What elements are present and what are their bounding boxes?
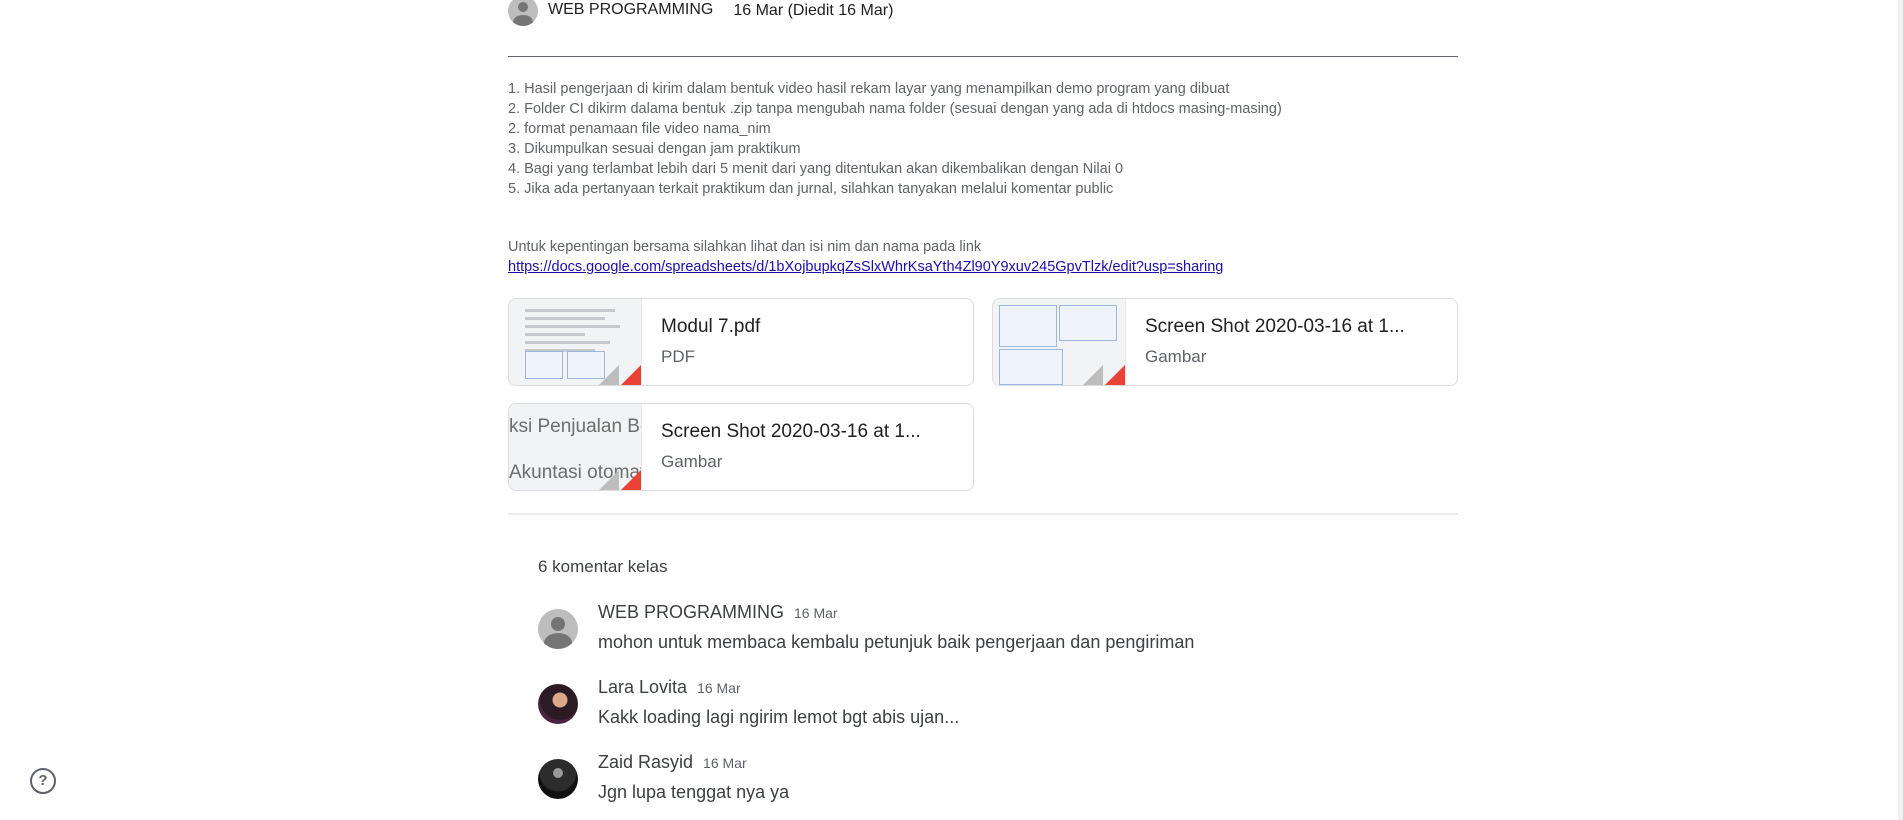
avatar [538, 759, 578, 799]
divider [508, 56, 1458, 57]
avatar [508, 0, 538, 26]
pdf-thumbnail [509, 299, 642, 385]
post-author: WEB PROGRAMMING [548, 1, 714, 18]
comment-text: Kakk loading lagi ngirim lemot bgt abis … [598, 707, 960, 727]
class-comments-count[interactable]: 6 komentar kelas [538, 557, 667, 577]
attachment-name: Screen Shot 2020-03-16 at 1... [661, 421, 921, 442]
post-date: 16 Mar (Diedit 16 Mar) [733, 2, 894, 19]
comment-author: Zaid Rasyid [598, 752, 694, 772]
attachment-type: Gambar [1145, 347, 1207, 366]
attachment-screenshot-2[interactable]: ksi Penjualan Be Akuntasi otomat Screen … [508, 403, 974, 491]
help-icon[interactable]: ? [30, 768, 56, 794]
comment-author: WEB PROGRAMMING [598, 602, 785, 622]
instructions: 1. Hasil pengerjaan di kirim dalam bentu… [508, 79, 1458, 199]
spreadsheet-link[interactable]: https://docs.google.com/spreadsheets/d/1… [508, 257, 1223, 277]
divider [508, 513, 1458, 515]
comment: Zaid Rasyid 16 Mar Jgn lupa tenggat nya y… [538, 752, 1438, 812]
attachment-modul-pdf[interactable]: Modul 7.pdf PDF [508, 298, 974, 386]
attachment-type: PDF [661, 347, 695, 366]
attachment-name: Screen Shot 2020-03-16 at 1... [1145, 316, 1405, 337]
comment-date: 16 Mar [794, 605, 838, 621]
post-header: WEB PROGRAMMING 16 Mar (Diedit 16 Mar) [508, 0, 893, 28]
comment: Lara Lovita 16 Mar Kakk loading lagi ngir… [538, 677, 1438, 737]
comment-date: 16 Mar [703, 755, 747, 771]
file-corner-icon [619, 470, 641, 490]
instruction-line: 2. format penamaan file video nama_nim [508, 121, 771, 137]
avatar [538, 609, 578, 649]
thumbnail-text: ksi Penjualan Be [509, 416, 642, 437]
instruction-line: 1. Hasil pengerjaan di kirim dalam bentu… [508, 81, 1230, 97]
image-thumbnail: ksi Penjualan Be Akuntasi otomat [509, 404, 642, 490]
image-thumbnail [993, 299, 1126, 385]
comment-author: Lara Lovita [598, 677, 688, 697]
attachment-type: Gambar [661, 452, 723, 471]
note: Untuk kepentingan bersama silahkan lihat… [508, 237, 1223, 277]
comment-date: 16 Mar [697, 680, 741, 696]
comment-text: Jgn lupa tenggat nya ya [598, 782, 790, 802]
file-corner-icon [619, 365, 641, 385]
comment: WEB PROGRAMMING 16 Mar mohon untuk membac… [538, 602, 1438, 662]
scrollbar[interactable] [1898, 0, 1903, 820]
instruction-line: 3. Dikumpulkan sesuai dengan jam praktik… [508, 141, 801, 157]
instruction-line: 2. Folder CI dikirm dalama bentuk .zip t… [508, 101, 1282, 117]
comment-text: mohon untuk membaca kembalu petunjuk bai… [598, 632, 1195, 652]
avatar [538, 684, 578, 724]
file-corner-icon [1103, 365, 1125, 385]
instruction-line: 5. Jika ada pertanyaan terkait praktikum… [508, 181, 1114, 197]
note-text: Untuk kepentingan bersama silahkan lihat… [508, 239, 982, 255]
instruction-line: 4. Bagi yang terlambat lebih dari 5 meni… [508, 161, 1124, 177]
attachment-screenshot-1[interactable]: Screen Shot 2020-03-16 at 1... Gambar [992, 298, 1458, 386]
attachment-name: Modul 7.pdf [661, 316, 761, 337]
